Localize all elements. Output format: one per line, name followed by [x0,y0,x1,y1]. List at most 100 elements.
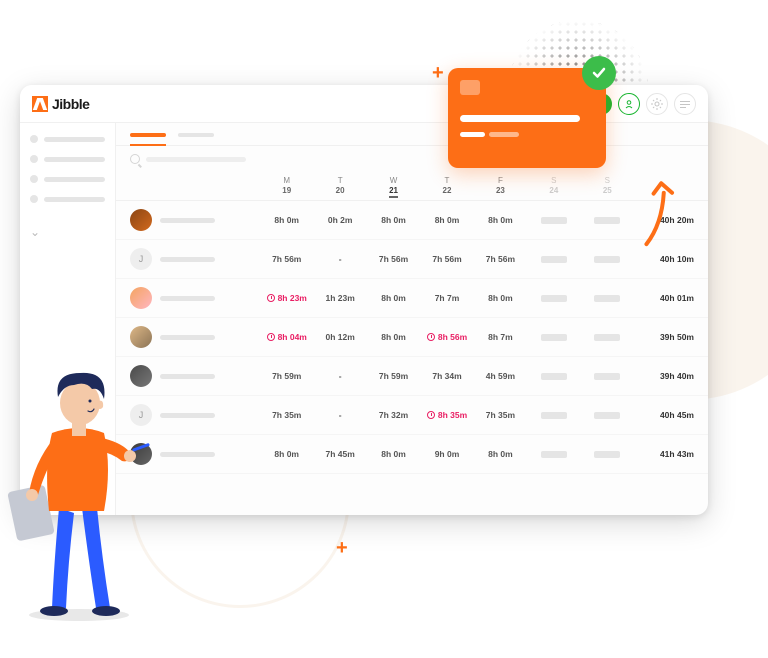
table-body: 8h 0m0h 2m8h 0m8h 0m8h 0m40h 20mJ7h 56m-… [116,201,708,474]
weekend-cell [581,289,634,307]
time-cell[interactable]: - [313,410,366,420]
day-header[interactable]: T20 [313,176,366,198]
tab-active[interactable] [130,133,166,137]
user-cell: J [130,248,260,270]
time-cell[interactable]: 7h 56m [260,254,313,264]
search-bar[interactable] [116,146,708,172]
card-number-line [460,115,580,122]
time-cell[interactable]: 7h 56m [420,254,473,264]
total-cell: 40h 01m [634,293,694,303]
time-cell[interactable]: 8h 0m [260,215,313,225]
weekend-cell [581,250,634,268]
avatar[interactable] [130,287,152,309]
chevron-down-icon[interactable]: ⌄ [30,225,105,239]
time-cell[interactable]: - [313,371,366,381]
clock-icon [267,333,275,341]
table-row[interactable]: 8h 23m1h 23m8h 0m7h 7m8h 0m40h 01m [116,279,708,318]
table-row[interactable]: J7h 35m-7h 32m8h 35m7h 35m40h 45m [116,396,708,435]
user-cell [130,287,260,309]
more-button[interactable] [674,93,696,115]
day-header[interactable]: T22 [420,176,473,198]
time-cell[interactable]: 0h 12m [313,332,366,342]
table-row[interactable]: 7h 59m-7h 59m7h 34m4h 59m39h 40m [116,357,708,396]
time-cell-warning[interactable]: 8h 23m [260,293,313,303]
time-cell[interactable]: 0h 2m [313,215,366,225]
clock-icon [267,294,275,302]
weekend-cell [527,250,580,268]
table-row[interactable]: 8h 0m7h 45m8h 0m9h 0m8h 0m41h 43m [116,435,708,474]
settings-button[interactable] [646,93,668,115]
time-cell[interactable]: - [313,254,366,264]
decorative-plus: + [336,537,348,560]
weekend-cell [581,367,634,385]
check-badge-icon [582,56,616,90]
logo[interactable]: Jibble [32,96,89,112]
weekend-cell [581,406,634,424]
table-row[interactable]: 8h 0m0h 2m8h 0m8h 0m8h 0m40h 20m [116,201,708,240]
time-cell[interactable]: 7h 45m [313,449,366,459]
time-cell[interactable]: 8h 7m [474,332,527,342]
time-cell[interactable]: 7h 32m [367,410,420,420]
sidebar-item[interactable] [30,175,105,183]
user-name-placeholder [160,218,215,223]
table-header: M19T20W21T22F23S24S25 [116,172,708,201]
clock-icon [427,333,435,341]
total-cell: 40h 10m [634,254,694,264]
user-name-placeholder [160,374,215,379]
day-header[interactable]: S24 [527,176,580,198]
time-cell[interactable]: 4h 59m [474,371,527,381]
time-cell[interactable]: 8h 0m [260,449,313,459]
time-cell[interactable]: 8h 0m [474,449,527,459]
card-details [460,132,594,137]
logo-text: Jibble [52,96,89,112]
time-cell[interactable]: 7h 35m [474,410,527,420]
time-cell[interactable]: 7h 7m [420,293,473,303]
time-cell[interactable]: 7h 56m [367,254,420,264]
weekend-cell [581,445,634,463]
time-cell[interactable]: 8h 0m [474,215,527,225]
user-cell [130,209,260,231]
avatar[interactable] [130,209,152,231]
time-cell[interactable]: 8h 0m [420,215,473,225]
time-cell[interactable]: 8h 0m [367,293,420,303]
time-cell[interactable]: 8h 0m [474,293,527,303]
avatar[interactable]: J [130,248,152,270]
user-outline-button[interactable] [618,93,640,115]
time-cell[interactable]: 8h 0m [367,332,420,342]
time-cell[interactable]: 7h 59m [260,371,313,381]
time-cell-warning[interactable]: 8h 35m [420,410,473,420]
time-cell-warning[interactable]: 8h 56m [420,332,473,342]
tab[interactable] [178,133,214,137]
time-cell[interactable]: 9h 0m [420,449,473,459]
weekend-cell [581,211,634,229]
time-cell[interactable]: 8h 0m [367,449,420,459]
day-header[interactable]: F23 [474,176,527,198]
user-name-placeholder [160,257,215,262]
time-cell-warning[interactable]: 8h 04m [260,332,313,342]
total-cell: 40h 45m [634,410,694,420]
clock-icon [427,411,435,419]
sidebar-item[interactable] [30,155,105,163]
time-cell[interactable]: 7h 35m [260,410,313,420]
card-chip-icon [460,80,480,95]
user-name-placeholder [160,296,215,301]
day-header[interactable]: M19 [260,176,313,198]
main-panel: M19T20W21T22F23S24S25 8h 0m0h 2m8h 0m8h … [116,123,708,515]
user-name-placeholder [160,452,215,457]
table-row[interactable]: 8h 04m0h 12m8h 0m8h 56m8h 7m39h 50m [116,318,708,357]
day-header[interactable]: W21 [367,176,420,198]
decorative-plus: + [432,62,444,85]
weekend-cell [581,328,634,346]
total-cell: 39h 40m [634,371,694,381]
user-name-placeholder [160,413,215,418]
table-row[interactable]: J7h 56m-7h 56m7h 56m7h 56m40h 10m [116,240,708,279]
tabs [116,123,708,146]
time-cell[interactable]: 7h 59m [367,371,420,381]
time-cell[interactable]: 7h 34m [420,371,473,381]
time-cell[interactable]: 7h 56m [474,254,527,264]
time-cell[interactable]: 8h 0m [367,215,420,225]
sidebar-item[interactable] [30,135,105,143]
sidebar-item[interactable] [30,195,105,203]
time-cell[interactable]: 1h 23m [313,293,366,303]
weekend-cell [527,211,580,229]
